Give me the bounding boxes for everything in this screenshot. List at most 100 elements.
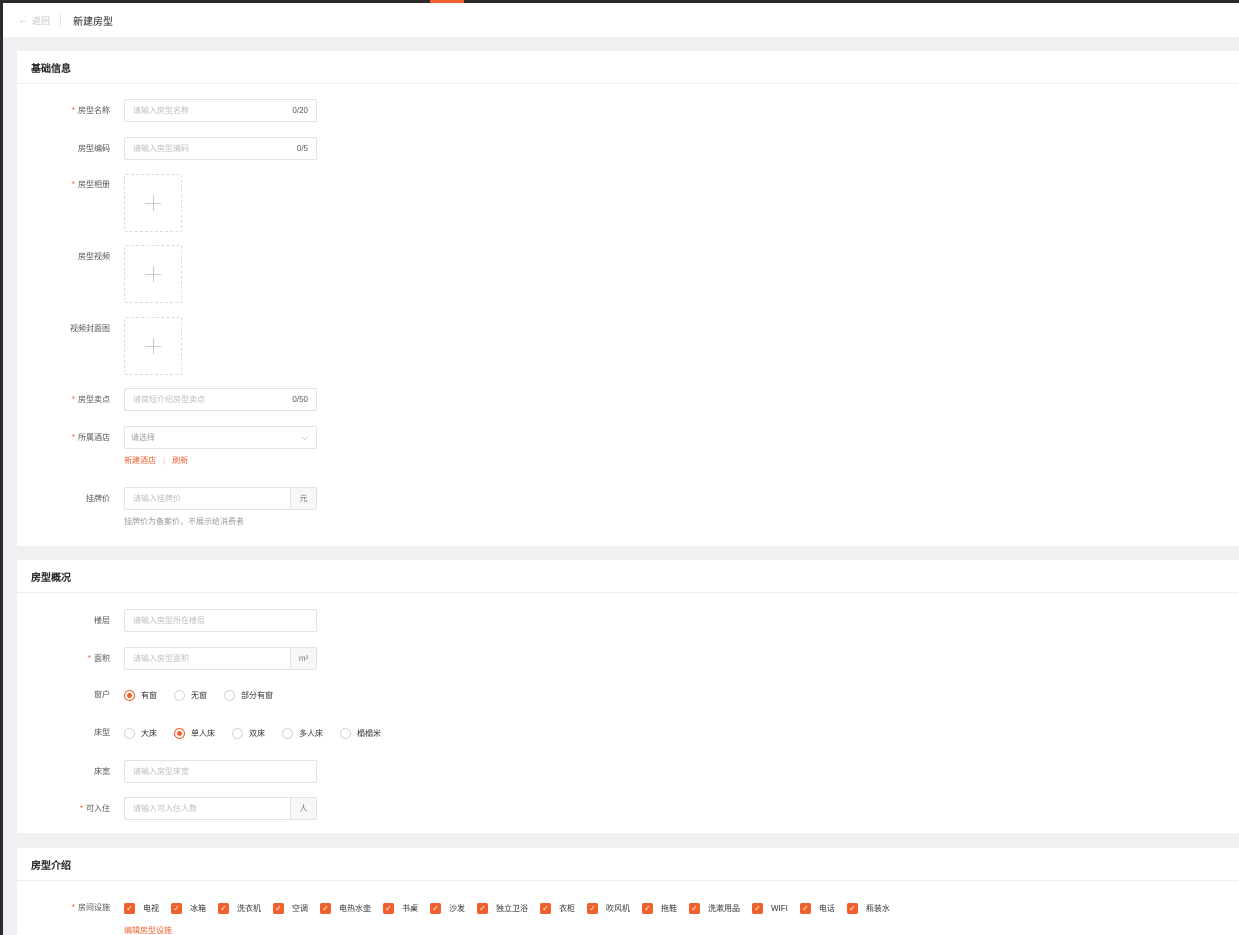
check-icon: ✓ — [799, 902, 811, 914]
window-label: 窗户 — [94, 690, 110, 699]
required-mark: * — [71, 395, 75, 404]
radio-bed-tatami[interactable]: 榻榻米 — [340, 727, 381, 739]
selling-point-label-text: 房型卖点 — [78, 395, 110, 404]
checkbox-label: 吹风机 — [606, 903, 630, 913]
area-label: * 面积 — [17, 653, 110, 665]
radio-circle — [124, 689, 135, 701]
selling-point-counter: 0/50 — [292, 395, 308, 404]
area-label-text: 面积 — [94, 654, 110, 663]
checkbox-desk[interactable]: ✓ 书桌 — [383, 902, 418, 914]
checkbox-label: 书桌 — [402, 903, 418, 913]
radio-label: 双床 — [249, 728, 265, 738]
plus-icon — [145, 195, 161, 211]
checkbox-toiletries[interactable]: ✓ 洗漱用品 — [689, 902, 740, 914]
room-code-input[interactable]: 请输入房型编码 0/5 — [124, 137, 317, 160]
check-icon: ✓ — [430, 902, 441, 914]
checkbox-label: 空调 — [292, 903, 308, 913]
check-icon: ✓ — [752, 902, 763, 914]
bed-label: 床型 — [94, 728, 110, 737]
checkbox-slippers[interactable]: ✓ 拖鞋 — [642, 902, 677, 914]
area-input[interactable]: 请输入房型面积 — [124, 647, 290, 670]
link-separator: | — [163, 456, 166, 465]
hotel-label-text: 所属酒店 — [78, 433, 110, 442]
video-upload-button[interactable] — [124, 245, 182, 303]
radio-bed-multi[interactable]: 多人床 — [282, 727, 323, 739]
required-mark: * — [79, 804, 83, 813]
intro-title: 房型介绍 — [17, 848, 1239, 881]
checkbox-water[interactable]: ✓ 瓶装水 — [846, 902, 890, 914]
checkbox-bathroom[interactable]: ✓ 独立卫浴 — [477, 902, 528, 914]
radio-label: 单人床 — [191, 728, 215, 738]
price-unit: 元 — [290, 487, 317, 510]
capacity-input[interactable]: 请输入可入住人数 — [124, 797, 290, 820]
checkbox-label: 冰箱 — [190, 903, 206, 913]
hotel-links: 新建酒店 | 刷新 — [124, 455, 317, 466]
checkbox-wardrobe[interactable]: ✓ 衣柜 — [540, 902, 575, 914]
checkbox-label: WIFI — [771, 903, 788, 913]
checkbox-tv[interactable]: ✓ 电视 — [124, 902, 159, 914]
room-name-counter: 0/20 — [292, 106, 308, 115]
radio-circle — [282, 727, 293, 739]
radio-circle — [174, 727, 185, 739]
price-input-group: 请输入挂牌价 元 — [124, 487, 317, 510]
page-header: ← 返回 新建房型 — [3, 3, 1239, 37]
selling-point-input[interactable]: 请简短介绍房型卖点 0/50 — [124, 388, 317, 411]
check-icon: ✓ — [587, 902, 598, 914]
checkbox-label: 洗衣机 — [237, 903, 261, 913]
capacity-input-group: 请输入可入住人数 人 — [124, 797, 317, 820]
radio-label: 大床 — [141, 728, 157, 738]
room-album-label-text: 房型相册 — [78, 180, 110, 189]
price-label: 挂牌价 — [86, 494, 110, 503]
radio-bed-king[interactable]: 大床 — [124, 727, 157, 739]
header-divider — [60, 13, 62, 27]
back-button[interactable]: ← 返回 — [18, 14, 50, 27]
floor-input[interactable]: 请输入房型所在楼层 — [124, 609, 317, 632]
edit-facilities-link[interactable]: 编辑房型设施 — [124, 925, 902, 935]
room-name-label: * 房型名称 — [17, 105, 110, 117]
radio-bed-twin[interactable]: 双床 — [232, 727, 265, 739]
new-hotel-link[interactable]: 新建酒店 — [124, 455, 156, 466]
checkbox-ac[interactable]: ✓ 空调 — [273, 902, 308, 914]
radio-window-no[interactable]: 无窗 — [174, 689, 207, 701]
bed-width-input[interactable]: 请输入房型床宽 — [124, 760, 317, 783]
cover-upload-button[interactable] — [124, 317, 182, 375]
checkbox-kettle[interactable]: ✓ 电热水壶 — [320, 902, 371, 914]
checkbox-label: 电热水壶 — [339, 903, 371, 913]
basic-info-title: 基础信息 — [17, 51, 1239, 84]
radio-window-partial[interactable]: 部分有窗 — [224, 689, 273, 701]
back-label: 返回 — [32, 15, 51, 26]
checkbox-fridge[interactable]: ✓ 冰箱 — [171, 902, 206, 914]
checkbox-sofa[interactable]: ✓ 沙发 — [430, 902, 465, 914]
intro-card: 房型介绍 * 房间设施 ✓ 电视 ✓ 冰箱 ✓ 洗衣机 ✓ 空调 ✓ 电热水壶 ✓ 书桌 ✓ 沙… — [17, 848, 1239, 935]
price-input[interactable]: 请输入挂牌价 — [124, 487, 290, 510]
check-icon: ✓ — [846, 902, 858, 914]
check-icon: ✓ — [540, 902, 551, 914]
selling-point-placeholder: 请简短介绍房型卖点 — [133, 395, 205, 404]
video-cover-label: 视频封面图 — [70, 324, 110, 333]
window-left-edge — [0, 0, 3, 935]
refresh-link[interactable]: 刷新 — [172, 455, 188, 466]
facilities-label-text: 房间设施 — [78, 903, 110, 912]
radio-label: 榻榻米 — [357, 728, 381, 738]
area-unit: m² — [290, 647, 317, 670]
plus-icon — [145, 266, 161, 282]
radio-circle — [232, 727, 243, 739]
radio-circle — [174, 689, 185, 701]
capacity-label: * 可入住 — [17, 803, 110, 815]
checkbox-washer[interactable]: ✓ 洗衣机 — [218, 902, 261, 914]
page-title: 新建房型 — [73, 16, 114, 28]
checkbox-wifi[interactable]: ✓ WIFI — [752, 902, 788, 914]
radio-circle — [224, 689, 235, 701]
hotel-select[interactable]: 请选择 ⌵ — [124, 426, 317, 449]
check-icon: ✓ — [273, 902, 284, 914]
window-radio-group: 有窗 无窗 部分有窗 — [124, 688, 290, 702]
room-name-placeholder: 请输入房型名称 — [133, 106, 189, 115]
radio-window-yes[interactable]: 有窗 — [124, 689, 157, 701]
checkbox-hairdryer[interactable]: ✓ 吹风机 — [587, 902, 630, 914]
album-upload-button[interactable] — [124, 174, 182, 232]
checkbox-phone[interactable]: ✓ 电话 — [799, 902, 835, 914]
radio-bed-single[interactable]: 单人床 — [174, 727, 215, 739]
overview-title: 房型概况 — [17, 560, 1239, 593]
radio-label: 多人床 — [299, 728, 323, 738]
room-name-input[interactable]: 请输入房型名称 0/20 — [124, 99, 317, 122]
